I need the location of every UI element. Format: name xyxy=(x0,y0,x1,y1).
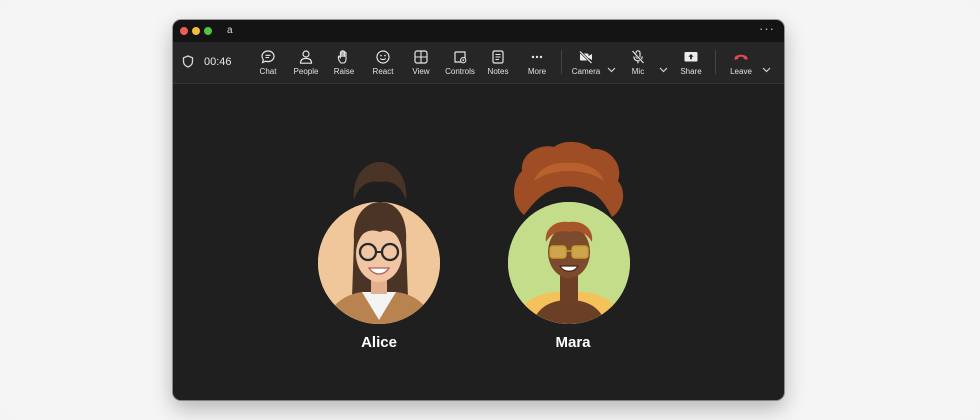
controls-icon xyxy=(454,51,467,64)
mic-options-chevron-down-icon[interactable] xyxy=(659,60,668,78)
close-window-button[interactable] xyxy=(180,27,188,35)
mara-hair-overlay xyxy=(514,141,624,217)
participant-name-alice: Alice xyxy=(361,334,397,351)
more-label: More xyxy=(527,67,547,76)
view-label: View xyxy=(412,67,430,76)
camera-label: Camera xyxy=(571,67,601,76)
notes-icon xyxy=(492,50,504,64)
grid-view-icon xyxy=(414,50,428,64)
more-button[interactable]: More xyxy=(515,47,559,81)
more-dots-icon xyxy=(531,55,543,59)
mic-button[interactable]: Mic xyxy=(616,47,660,81)
toolbar-divider-2 xyxy=(715,50,716,74)
share-screen-icon xyxy=(684,52,698,62)
share-button[interactable]: Share xyxy=(669,47,713,81)
hang-up-icon xyxy=(734,54,748,60)
maximize-window-button[interactable] xyxy=(204,27,212,35)
camera-options-chevron-down-icon[interactable] xyxy=(607,60,616,78)
people-icon xyxy=(299,50,313,64)
title-more-button[interactable]: ··· xyxy=(759,21,775,36)
minimize-window-button[interactable] xyxy=(192,27,200,35)
raise-label: Raise xyxy=(333,67,355,76)
mic-off-icon xyxy=(631,50,645,64)
camera-button[interactable]: Camera xyxy=(564,47,608,81)
mic-label: Mic xyxy=(631,67,645,76)
raise-hand-button[interactable]: Raise xyxy=(322,47,366,81)
hand-icon xyxy=(337,50,347,64)
view-button[interactable]: View xyxy=(399,47,443,81)
meeting-window: a ··· 00:46 Chat People Raise React View… xyxy=(173,20,784,400)
alice-hair-overlay xyxy=(353,162,407,200)
notes-button[interactable]: Notes xyxy=(476,47,520,81)
avatar-alice[interactable] xyxy=(318,202,440,324)
meeting-timer: 00:46 xyxy=(204,56,232,68)
chat-icon xyxy=(261,50,275,64)
share-label: Share xyxy=(680,67,702,76)
camera-off-icon xyxy=(579,50,593,64)
meeting-toolbar: 00:46 Chat People Raise React View Contr… xyxy=(173,42,784,84)
participants-stage: Alice Mara xyxy=(173,84,784,400)
participant-name-mara: Mara xyxy=(555,334,591,351)
window-title: a xyxy=(227,25,233,36)
smiley-icon xyxy=(376,50,390,64)
leave-label: Leave xyxy=(730,67,752,76)
leave-options-chevron-down-icon[interactable] xyxy=(762,60,771,78)
shield-icon[interactable] xyxy=(182,55,194,73)
toolbar-divider xyxy=(561,50,562,74)
title-bar: a ··· xyxy=(173,20,784,42)
notes-label: Notes xyxy=(487,67,509,76)
leave-button[interactable]: Leave xyxy=(719,47,763,81)
